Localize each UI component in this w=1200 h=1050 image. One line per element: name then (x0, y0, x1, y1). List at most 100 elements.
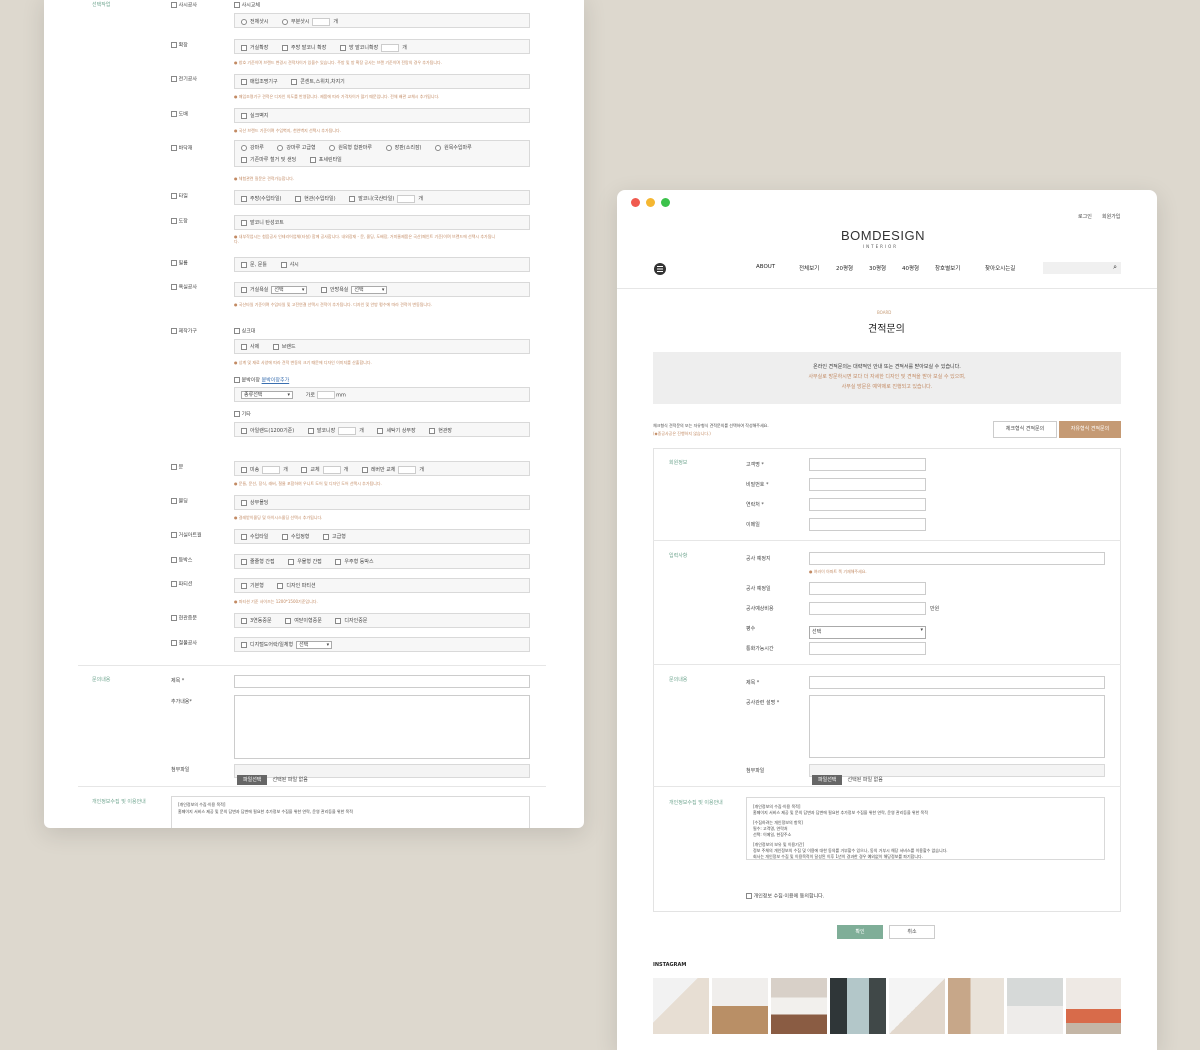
count-input[interactable] (381, 44, 400, 52)
checkbox[interactable] (307, 428, 314, 434)
row-electric[interactable]: 전기공사 (171, 76, 197, 83)
checkbox[interactable] (349, 196, 356, 202)
checkbox[interactable] (241, 220, 247, 226)
checkbox[interactable] (171, 464, 177, 470)
checkbox[interactable] (241, 642, 247, 648)
nav-30[interactable]: 30평형 (869, 264, 886, 272)
checkbox[interactable] (282, 45, 288, 51)
search-input[interactable]: ⌕ (1043, 262, 1121, 274)
site-input[interactable] (809, 552, 1105, 565)
closet-type-select[interactable]: 종류선택 (241, 391, 293, 399)
menu-icon[interactable] (654, 263, 666, 275)
checkbox[interactable] (171, 284, 177, 290)
checkbox[interactable] (241, 559, 247, 565)
instagram-photo[interactable] (771, 978, 827, 1034)
instagram-photo[interactable] (948, 978, 1004, 1034)
count-input[interactable] (398, 466, 417, 474)
checkbox[interactable] (295, 196, 302, 202)
select[interactable]: 선택 (351, 286, 388, 294)
checkbox[interactable] (335, 618, 342, 624)
tab-free-form[interactable]: 자유형식 견적문의 (1059, 421, 1121, 438)
checkbox[interactable] (282, 534, 288, 540)
checkbox[interactable] (272, 344, 279, 350)
checkbox[interactable] (171, 557, 177, 563)
search-icon[interactable]: ⌕ (1113, 263, 1117, 272)
signup-link[interactable]: 회원가입 (1102, 214, 1120, 220)
instagram-photo[interactable] (653, 978, 709, 1034)
checkbox[interactable] (335, 559, 342, 565)
checkbox[interactable] (171, 145, 177, 151)
tab-check-form[interactable]: 체크형식 견적문의 (993, 421, 1057, 438)
count-input[interactable] (322, 466, 341, 474)
checkbox[interactable] (241, 534, 247, 540)
checkbox[interactable] (234, 328, 240, 334)
select[interactable]: 선택 (271, 286, 308, 294)
checkbox[interactable] (241, 157, 247, 163)
checkbox[interactable] (171, 218, 177, 224)
nav-40[interactable]: 40평형 (902, 264, 919, 272)
row-sash[interactable]: 사시공사 (171, 2, 197, 9)
count-input[interactable] (312, 18, 331, 26)
nav-location[interactable]: 찾아오시는길 (985, 264, 1015, 272)
closet-option[interactable]: 붙박이장 붙박이장추가 (234, 377, 289, 384)
budget-input[interactable] (809, 602, 926, 615)
sash-replace-option[interactable]: 사시교체 (234, 2, 260, 9)
row-hardware[interactable]: 철물공사 (171, 640, 197, 647)
checkbox[interactable] (234, 2, 240, 8)
maximize-dot-icon[interactable] (661, 198, 670, 207)
title-input[interactable] (809, 676, 1105, 689)
radio[interactable] (329, 145, 336, 151)
checkbox[interactable] (291, 79, 298, 85)
checkbox[interactable] (241, 583, 247, 589)
email-input[interactable] (809, 518, 926, 531)
file-select-button[interactable]: 파일선택 (237, 775, 268, 785)
radio[interactable] (435, 145, 442, 151)
radio[interactable] (282, 19, 288, 25)
time-input[interactable] (809, 642, 926, 655)
minimize-dot-icon[interactable] (646, 198, 655, 207)
instagram-photo[interactable] (830, 978, 886, 1034)
sink-option[interactable]: 싱크대 (234, 328, 255, 335)
count-input[interactable] (338, 427, 357, 435)
file-select-button[interactable]: 파일선택 (812, 775, 843, 785)
checkbox[interactable] (323, 534, 329, 540)
row-wallpaper[interactable]: 도배 (171, 111, 188, 118)
row-molding[interactable]: 몰딩 (171, 498, 188, 505)
instagram-photo[interactable] (1007, 978, 1063, 1034)
content-textarea[interactable] (234, 695, 530, 759)
phone-input[interactable] (809, 498, 926, 511)
etc-option[interactable]: 기타 (234, 411, 251, 418)
logo[interactable]: BOMDESIGN (841, 228, 925, 243)
agree-checkbox[interactable]: 개인정보 수집·이용에 동의합니다. (746, 893, 824, 900)
checkbox[interactable] (339, 45, 346, 51)
checkbox[interactable] (309, 157, 316, 163)
radio[interactable] (385, 145, 392, 151)
checkbox[interactable] (241, 113, 247, 119)
nav-window[interactable]: 창호별보기 (935, 264, 960, 272)
title-input[interactable] (234, 675, 530, 688)
select[interactable]: 선택 (296, 641, 333, 649)
checkbox[interactable] (285, 618, 292, 624)
checkbox[interactable] (361, 467, 368, 473)
row-lightbox[interactable]: 등박스 (171, 557, 192, 564)
checkbox[interactable] (241, 428, 247, 434)
instagram-photo[interactable] (889, 978, 945, 1034)
cancel-button[interactable]: 취소 (889, 925, 935, 939)
instagram-photo[interactable] (712, 978, 768, 1034)
row-door[interactable]: 문 (171, 464, 183, 471)
checkbox[interactable] (241, 45, 247, 51)
width-input[interactable] (316, 391, 335, 399)
row-paint[interactable]: 도장 (171, 218, 188, 225)
checkbox[interactable] (241, 467, 247, 473)
checkbox[interactable] (321, 287, 327, 293)
count-input[interactable] (397, 195, 416, 203)
nav-about[interactable]: ABOUT (756, 264, 775, 270)
checkbox[interactable] (241, 196, 247, 202)
name-input[interactable] (809, 458, 926, 471)
checkbox[interactable] (171, 581, 177, 587)
checkbox[interactable] (171, 260, 177, 266)
checkbox[interactable] (171, 42, 177, 48)
login-link[interactable]: 로그인 (1078, 214, 1092, 220)
confirm-button[interactable]: 확인 (837, 925, 883, 939)
row-partition[interactable]: 파티션 (171, 581, 192, 588)
